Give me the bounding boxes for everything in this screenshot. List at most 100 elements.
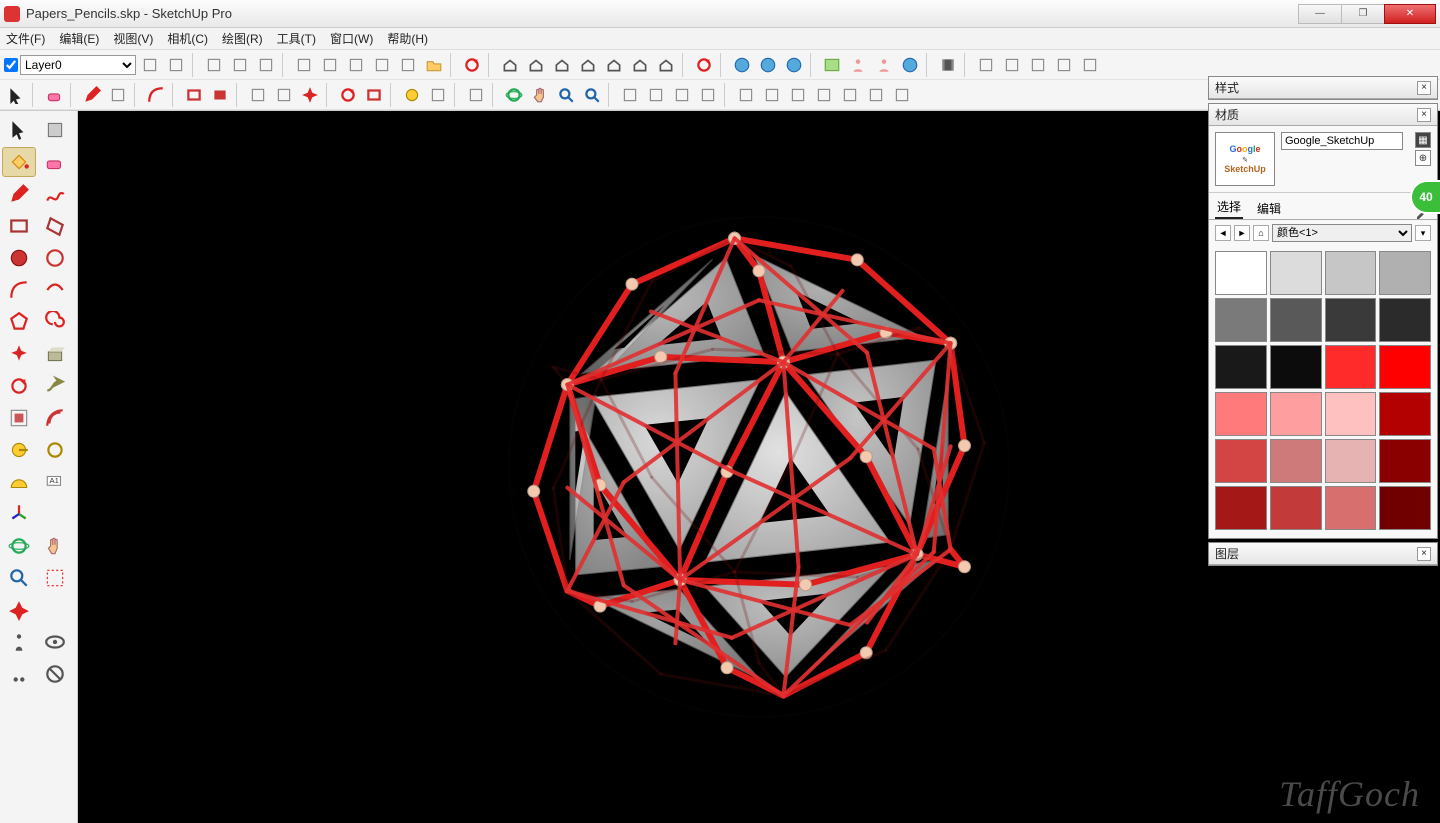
- tb1-toggle-layer[interactable]: [138, 53, 162, 77]
- tool-select-arrow[interactable]: [2, 115, 36, 145]
- tb1-people[interactable]: [846, 53, 870, 77]
- tb1-window-5[interactable]: [1078, 53, 1102, 77]
- tool-section[interactable]: [38, 659, 72, 689]
- tb1-refresh[interactable]: [460, 53, 484, 77]
- swatch[interactable]: [1325, 486, 1377, 530]
- menu-item[interactable]: 相机(C): [167, 30, 208, 47]
- tb2-pencil-dd[interactable]: [106, 83, 130, 107]
- tool-pencil[interactable]: [2, 179, 36, 209]
- tool-shape-builder[interactable]: [38, 115, 72, 145]
- tb2-layers[interactable]: [618, 83, 642, 107]
- tb1-house-iso[interactable]: [498, 53, 522, 77]
- tb1-window-3[interactable]: [1026, 53, 1050, 77]
- tb1-proj-3[interactable]: [254, 53, 278, 77]
- swatch[interactable]: [1215, 298, 1267, 342]
- swatch[interactable]: [1325, 439, 1377, 483]
- tb1-house-bottom[interactable]: [654, 53, 678, 77]
- tool-offset[interactable]: [38, 403, 72, 433]
- tool-tape[interactable]: [2, 435, 36, 465]
- tb2-dim[interactable]: [426, 83, 450, 107]
- menu-item[interactable]: 编辑(E): [59, 30, 99, 47]
- tb2-arc-red[interactable]: [144, 83, 168, 107]
- tool-walk[interactable]: [2, 659, 36, 689]
- tb1-rotate-cam[interactable]: [692, 53, 716, 77]
- swatch[interactable]: [1215, 392, 1267, 436]
- swatch[interactable]: [1379, 392, 1431, 436]
- tb1-layer-opts[interactable]: [164, 53, 188, 77]
- tb1-map[interactable]: [820, 53, 844, 77]
- nav-menu-icon[interactable]: ▾: [1415, 225, 1431, 241]
- swatch[interactable]: [1215, 345, 1267, 389]
- notification-badge[interactable]: 40: [1410, 180, 1440, 214]
- tb1-house-back[interactable]: [602, 53, 626, 77]
- tool-paint-bucket[interactable]: [2, 147, 36, 177]
- tb1-house-right[interactable]: [628, 53, 652, 77]
- tool-spiral[interactable]: [38, 307, 72, 337]
- tool-pan-hand[interactable]: [38, 531, 72, 561]
- tb2-zoom[interactable]: [554, 83, 578, 107]
- layer-visible-check[interactable]: [4, 58, 18, 72]
- tool-circle[interactable]: [2, 243, 36, 273]
- tb2-rect-outline[interactable]: [182, 83, 206, 107]
- swatch[interactable]: [1325, 251, 1377, 295]
- tool-rect-rot[interactable]: [38, 211, 72, 241]
- swatch[interactable]: [1325, 298, 1377, 342]
- tool-axes[interactable]: [2, 499, 36, 529]
- tb2-vertex-2[interactable]: [272, 83, 296, 107]
- tool-arc[interactable]: [2, 275, 36, 305]
- tb2-rect-rot[interactable]: [362, 83, 386, 107]
- tb1-folder-4[interactable]: [370, 53, 394, 77]
- tool-freehand[interactable]: [38, 179, 72, 209]
- tool-circle-2[interactable]: [38, 243, 72, 273]
- menu-item[interactable]: 视图(V): [113, 30, 153, 47]
- swatch[interactable]: [1379, 345, 1431, 389]
- swatch[interactable]: [1270, 392, 1322, 436]
- tool-zoom[interactable]: [2, 563, 36, 593]
- tb2-comp-7[interactable]: [890, 83, 914, 107]
- tb1-window-2[interactable]: [1000, 53, 1024, 77]
- tb1-folder-1[interactable]: [292, 53, 316, 77]
- material-thumbnail[interactable]: Google ✎ SketchUp: [1215, 132, 1275, 186]
- tool-rotate[interactable]: [2, 371, 36, 401]
- tb1-globe[interactable]: [730, 53, 754, 77]
- tb1-house-side[interactable]: [576, 53, 600, 77]
- tb2-rot-red[interactable]: [336, 83, 360, 107]
- tb1-house-top[interactable]: [524, 53, 548, 77]
- minimize-button[interactable]: —: [1298, 4, 1342, 24]
- tb2-orbit-green[interactable]: [502, 83, 526, 107]
- material-set-select[interactable]: 颜色<1>: [1272, 224, 1412, 242]
- tb2-shadow[interactable]: [644, 83, 668, 107]
- tool-zoom-window[interactable]: [38, 563, 72, 593]
- tb1-window-1[interactable]: [974, 53, 998, 77]
- tb2-pointer[interactable]: [4, 83, 28, 107]
- tool-person[interactable]: [2, 627, 36, 657]
- tb2-comp-6[interactable]: [864, 83, 888, 107]
- tb1-proj-2[interactable]: [228, 53, 252, 77]
- swatch[interactable]: [1270, 298, 1322, 342]
- tb1-folder-stack[interactable]: [422, 53, 446, 77]
- tb2-comp-4[interactable]: [812, 83, 836, 107]
- tb1-sphere-shade[interactable]: [782, 53, 806, 77]
- material-copy-icon[interactable]: ▦: [1415, 132, 1431, 148]
- tb2-outliner[interactable]: [696, 83, 720, 107]
- swatch[interactable]: [1325, 345, 1377, 389]
- tool-scale[interactable]: [2, 403, 36, 433]
- swatch[interactable]: [1270, 486, 1322, 530]
- tb2-pencil-red[interactable]: [80, 83, 104, 107]
- swatch[interactable]: [1215, 486, 1267, 530]
- swatch[interactable]: [1379, 298, 1431, 342]
- nav-fwd-icon[interactable]: ►: [1234, 225, 1250, 241]
- swatch[interactable]: [1215, 439, 1267, 483]
- tb2-zoom-ext[interactable]: [580, 83, 604, 107]
- menu-item[interactable]: 帮助(H): [387, 30, 428, 47]
- tool-arc-2[interactable]: [38, 275, 72, 305]
- tool-polygon[interactable]: [2, 307, 36, 337]
- panel-materials-close-icon[interactable]: ×: [1417, 108, 1431, 122]
- panel-layers-close-icon[interactable]: ×: [1417, 547, 1431, 561]
- close-button[interactable]: ✕: [1384, 4, 1436, 24]
- tb1-proj-1[interactable]: [202, 53, 226, 77]
- menu-item[interactable]: 工具(T): [277, 30, 316, 47]
- panel-styles-close-icon[interactable]: ×: [1417, 81, 1431, 95]
- tb1-folder-3[interactable]: [344, 53, 368, 77]
- tb1-sphere-grid[interactable]: [756, 53, 780, 77]
